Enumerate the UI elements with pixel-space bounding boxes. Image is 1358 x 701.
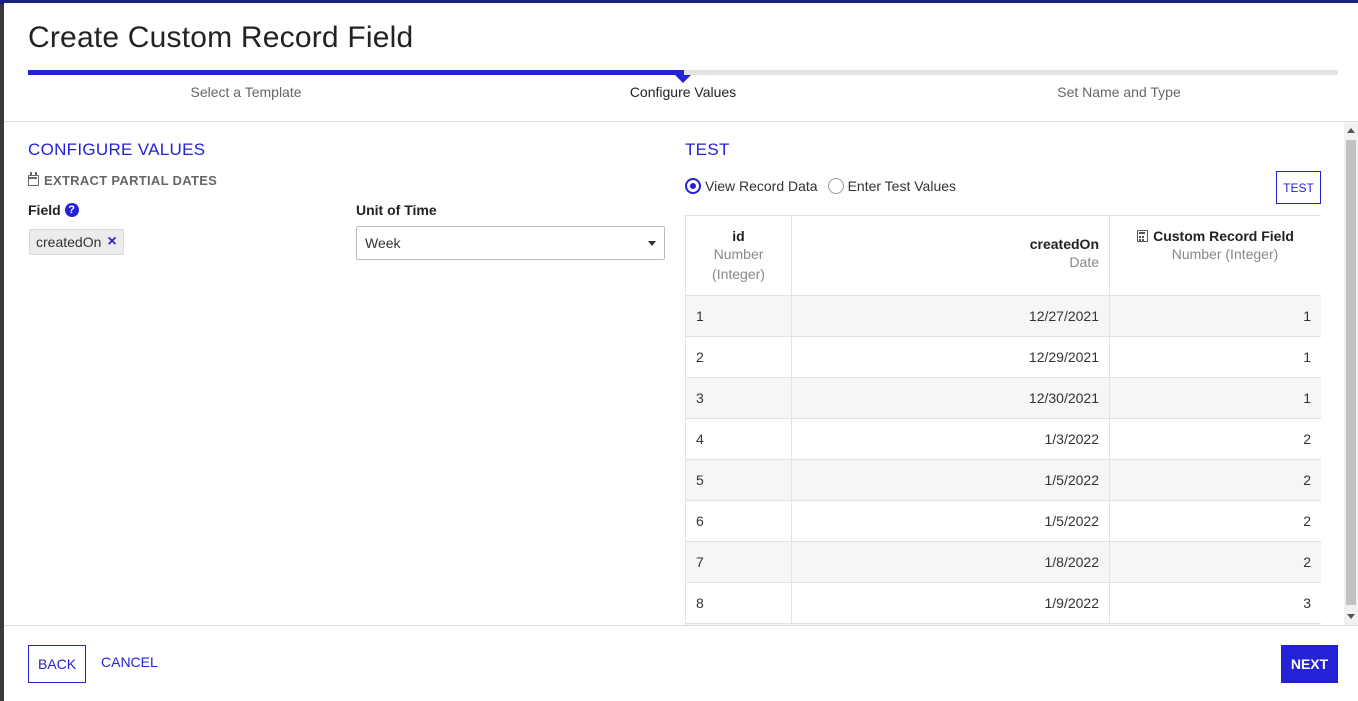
table-row: 8 1/9/2022 3 bbox=[685, 582, 1321, 624]
step-configure-values[interactable]: Configure Values bbox=[533, 84, 833, 100]
cell-id: 4 bbox=[685, 418, 792, 460]
view-record-data-option[interactable]: View Record Data bbox=[685, 178, 818, 194]
test-results-table-container: id Number (Integer) createdOn Date Custo… bbox=[685, 215, 1321, 625]
cell-createdon: 1/3/2022 bbox=[791, 418, 1110, 460]
wizard-progress bbox=[28, 70, 1338, 83]
create-custom-record-field-dialog: Create Custom Record Field Select a Temp… bbox=[4, 3, 1358, 701]
wizard-progress-fill bbox=[28, 70, 684, 75]
cell-createdon: 1/5/2022 bbox=[791, 459, 1110, 501]
cell-createdon: 1/8/2022 bbox=[791, 541, 1110, 583]
column-header-createdon: createdOn Date bbox=[791, 215, 1110, 296]
back-button[interactable]: BACK bbox=[28, 645, 86, 683]
table-header-row: id Number (Integer) createdOn Date Custo… bbox=[685, 215, 1321, 296]
cell-custom-record-field: 1 bbox=[1109, 377, 1321, 419]
cell-id: 2 bbox=[685, 336, 792, 378]
cell-createdon: 12/27/2021 bbox=[791, 295, 1110, 337]
header-divider bbox=[4, 121, 1358, 122]
footer-divider bbox=[4, 625, 1358, 626]
template-name-label: EXTRACT PARTIAL DATES bbox=[44, 173, 218, 188]
cell-custom-record-field: 1 bbox=[1109, 295, 1321, 337]
table-row: 5 1/5/2022 2 bbox=[685, 459, 1321, 501]
cell-id: 1 bbox=[685, 295, 792, 337]
dialog-title: Create Custom Record Field bbox=[28, 21, 414, 54]
table-row: 4 1/3/2022 2 bbox=[685, 418, 1321, 460]
table-row: 7 1/8/2022 2 bbox=[685, 541, 1321, 583]
template-name: EXTRACT PARTIAL DATES bbox=[28, 172, 218, 188]
cell-custom-record-field: 3 bbox=[1109, 582, 1321, 624]
enter-test-values-radio[interactable] bbox=[827, 178, 844, 194]
field-chip: createdOn × bbox=[29, 229, 124, 255]
cell-createdon: 1/5/2022 bbox=[791, 500, 1110, 542]
table-row: 3 12/30/2021 1 bbox=[685, 377, 1321, 419]
cancel-button[interactable]: CANCEL bbox=[101, 654, 158, 670]
test-mode-radio-group: View Record Data Enter Test Values bbox=[685, 178, 966, 194]
column-header-custom-record-field: Custom Record Field Number (Integer) bbox=[1109, 215, 1321, 296]
configure-values-title: CONFIGURE VALUES bbox=[28, 140, 206, 159]
column-header-id: id Number (Integer) bbox=[685, 215, 792, 296]
scroll-down-arrow-icon[interactable] bbox=[1347, 614, 1355, 619]
scroll-up-arrow-icon[interactable] bbox=[1347, 128, 1355, 133]
enter-test-values-option[interactable]: Enter Test Values bbox=[827, 178, 957, 194]
step-set-name-and-type[interactable]: Set Name and Type bbox=[969, 84, 1269, 100]
field-chip-label: createdOn bbox=[36, 234, 102, 250]
unit-of-time-label-text: Unit of Time bbox=[356, 202, 437, 218]
cell-custom-record-field: 1 bbox=[1109, 336, 1321, 378]
cell-custom-record-field: 2 bbox=[1109, 541, 1321, 583]
test-button[interactable]: TEST bbox=[1276, 171, 1321, 204]
cell-id: 5 bbox=[685, 459, 792, 501]
cell-id: 8 bbox=[685, 582, 792, 624]
unit-of-time-select[interactable]: Week bbox=[356, 226, 665, 260]
calculator-icon bbox=[1137, 230, 1149, 242]
cell-createdon: 1/9/2022 bbox=[791, 582, 1110, 624]
active-step-marker bbox=[675, 75, 691, 83]
field-label: Field ? bbox=[28, 202, 79, 218]
next-button[interactable]: NEXT bbox=[1281, 645, 1338, 683]
enter-test-values-label: Enter Test Values bbox=[847, 178, 957, 194]
cell-id: 6 bbox=[685, 500, 792, 542]
cell-createdon: 12/30/2021 bbox=[791, 377, 1110, 419]
step-select-template[interactable]: Select a Template bbox=[96, 84, 396, 100]
table-row: 6 1/5/2022 2 bbox=[685, 500, 1321, 542]
cell-id: 7 bbox=[685, 541, 792, 583]
unit-of-time-label: Unit of Time bbox=[356, 202, 437, 218]
calendar-icon bbox=[28, 172, 39, 186]
test-results-table: id Number (Integer) createdOn Date Custo… bbox=[685, 215, 1321, 625]
column-name: createdOn bbox=[1029, 236, 1099, 252]
help-icon[interactable]: ? bbox=[64, 203, 79, 217]
field-label-text: Field bbox=[28, 202, 61, 218]
column-name: Custom Record Field bbox=[1120, 228, 1311, 244]
test-title: TEST bbox=[685, 140, 730, 159]
cell-id: 3 bbox=[685, 377, 792, 419]
unit-of-time-value: Week bbox=[365, 235, 401, 251]
column-name: id bbox=[732, 228, 745, 244]
column-type: Number (Integer) bbox=[1171, 246, 1279, 262]
scroll-thumb[interactable] bbox=[1346, 140, 1356, 605]
remove-icon[interactable]: × bbox=[107, 234, 116, 250]
table-row: 1 12/27/2021 1 bbox=[685, 295, 1321, 337]
view-record-data-radio[interactable] bbox=[685, 178, 701, 194]
column-type: Number (Integer) bbox=[712, 246, 765, 282]
cell-custom-record-field: 2 bbox=[1109, 459, 1321, 501]
table-row: 2 12/29/2021 1 bbox=[685, 336, 1321, 378]
cell-custom-record-field: 2 bbox=[1109, 500, 1321, 542]
column-type: Date bbox=[1069, 254, 1099, 270]
view-record-data-label: View Record Data bbox=[705, 178, 818, 194]
chevron-down-icon bbox=[648, 240, 656, 246]
cell-custom-record-field: 2 bbox=[1109, 418, 1321, 460]
cell-createdon: 12/29/2021 bbox=[791, 336, 1110, 378]
content-scrollbar[interactable] bbox=[1344, 122, 1358, 625]
